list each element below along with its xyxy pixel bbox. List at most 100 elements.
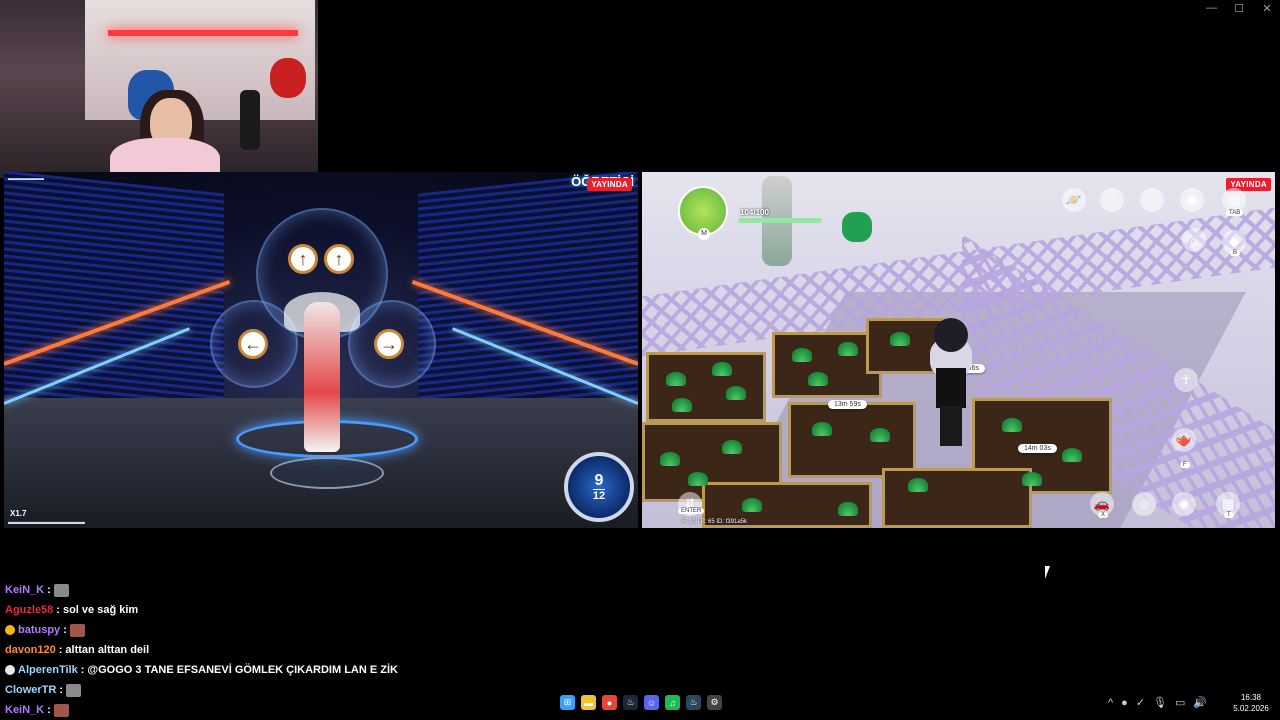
close-button[interactable]: ✕ — [1262, 2, 1272, 15]
settings-icon[interactable]: ⚙ — [707, 695, 722, 710]
app-tray-icon[interactable]: ● — [1121, 697, 1128, 709]
chat-separator: : — [58, 644, 63, 656]
discord-icon[interactable]: ☺ — [644, 695, 659, 710]
crop-sprout — [838, 502, 858, 516]
crop-sprout — [672, 398, 692, 412]
crop-sprout — [1022, 472, 1042, 486]
health-bar — [738, 218, 822, 223]
chat-separator: : — [63, 624, 67, 636]
crop-sprout — [908, 478, 928, 492]
watering-can-icon[interactable]: 🫖 — [1172, 428, 1196, 452]
chat-message: batuspy: — [5, 620, 705, 640]
scarecrow-icon[interactable]: ☥ — [1174, 368, 1198, 392]
combo-current: 9 — [594, 471, 604, 489]
chat-username[interactable]: KeiN_K — [5, 580, 44, 600]
maximize-button[interactable]: ☐ — [1234, 2, 1244, 15]
live-badge-left: YAYINDA — [587, 178, 632, 191]
camera-icon[interactable]: ◉ — [1172, 492, 1196, 516]
crop-sprout — [722, 440, 742, 454]
arrow-left-icon: ← — [238, 329, 268, 359]
display-icon[interactable]: ▭ — [1175, 696, 1185, 709]
player-character — [930, 318, 972, 448]
combo-total: 12 — [592, 488, 606, 502]
chat-message: KeiN_K: — [5, 580, 705, 600]
steam-tray-icon[interactable]: ✓ — [1136, 696, 1145, 709]
chrome-icon[interactable]: ● — [602, 695, 617, 710]
chat-emote-icon — [53, 583, 69, 597]
mouse-cursor-icon — [1045, 566, 1050, 579]
crop-timer: 14m 03s — [1018, 444, 1057, 453]
crop-sprout — [812, 422, 832, 436]
system-tray: ^ ● ✓ 🎙 ▭ 🔊 — [1108, 696, 1207, 710]
player-hat — [934, 318, 968, 352]
chat-username[interactable]: davon120 — [5, 640, 56, 660]
chat-message: AlperenTilk: @GOGO 3 TANE EFSANEVİ GÖMLEK… — [5, 660, 705, 680]
clock-date: 5.02.2026 — [1233, 704, 1269, 713]
steam-2-icon[interactable]: ♨ — [686, 695, 701, 710]
left-game-view: ↑ ↑ ← → ▬▬▬▬▬▬ ÖĞRETİCİ YAYINDA X1.7 ▬▬▬… — [4, 172, 638, 528]
soil-plot[interactable] — [646, 352, 766, 422]
volume-icon[interactable]: 🔊 — [1193, 696, 1207, 709]
left-hud-bottom: ▬▬▬▬▬▬▬▬▬▬▬ — [8, 519, 85, 526]
crop-sprout — [712, 362, 732, 376]
crop-sprout — [1002, 418, 1022, 432]
minimize-button[interactable]: — — [1206, 2, 1217, 15]
steam-icon[interactable]: ♨ — [623, 695, 638, 710]
window-controls: — ☐ ✕ — [1206, 2, 1272, 15]
show-hidden-icons[interactable]: ^ — [1108, 697, 1113, 709]
chat-badge-icon — [5, 665, 15, 675]
chat-separator: : — [47, 584, 51, 596]
combo-counter: 9 12 — [564, 452, 634, 522]
crop-sprout — [660, 452, 680, 466]
home-icon[interactable]: ⌂ — [1182, 228, 1206, 252]
microphone-icon[interactable]: 🎙 — [1153, 696, 1167, 709]
windows-start-icon[interactable]: ⊞ — [560, 695, 575, 710]
chat-message: Aguzle58: sol ve sağ kim — [5, 600, 705, 620]
crop-sprout — [1062, 448, 1082, 462]
health-text: 104/100 — [740, 208, 769, 217]
planet-icon[interactable]: 🪐 — [1062, 188, 1086, 212]
chat-badge-icon — [5, 625, 15, 635]
player-torso — [936, 368, 966, 408]
taskbar-apps: ⊞ ▬ ● ♨ ☺ ♫ ♨ ⚙ — [560, 695, 722, 710]
dance-pad — [270, 457, 384, 489]
left-hud-top: ▬▬▬▬▬▬ — [8, 176, 44, 182]
enter-key-label: ENTER — [678, 508, 705, 514]
arrow-up-icon: ↑ — [324, 244, 354, 274]
webcam-feed — [0, 0, 318, 178]
tab-key-label: TAB — [1226, 210, 1244, 216]
snowman-icon[interactable]: ☃ — [1100, 188, 1124, 212]
player-legs — [940, 406, 962, 446]
crop-sprout — [838, 342, 858, 356]
chat-username[interactable]: Aguzle58 — [5, 600, 53, 620]
crop-sprout — [792, 348, 812, 362]
chat-text: sol ve sağ kim — [62, 604, 139, 616]
minimap-key-label: M — [698, 228, 710, 240]
soil-plot[interactable] — [882, 468, 1032, 528]
chat-emote-icon — [69, 623, 85, 637]
chat-username[interactable]: batuspy — [18, 620, 60, 640]
emote-icon[interactable]: ☺ — [1132, 492, 1156, 516]
chat-message: davon120: alttan alttan deil — [5, 640, 705, 660]
spotify-icon[interactable]: ♫ — [665, 695, 680, 710]
inventory-icon[interactable]: ▤ — [1222, 188, 1246, 212]
scooter — [842, 212, 872, 242]
x-key-label: X — [1098, 512, 1109, 518]
crop-sprout — [688, 472, 708, 486]
soil-plot[interactable] — [788, 402, 916, 478]
crop-sprout — [666, 372, 686, 386]
house-icon[interactable]: ⌂ — [1140, 188, 1164, 212]
crop-sprout — [742, 498, 762, 512]
arrow-up-icon: ↑ — [288, 244, 318, 274]
b-key-label: B — [1230, 250, 1241, 256]
crop-sprout — [808, 372, 828, 386]
crop-timer: 13m 59s — [828, 400, 867, 409]
crop-sprout — [870, 428, 890, 442]
t-key-label: T — [1224, 512, 1234, 518]
file-explorer-icon[interactable]: ▬ — [581, 695, 596, 710]
taskbar-clock[interactable]: 16:38 5.02.2026 — [1226, 692, 1276, 714]
chat-username[interactable]: AlperenTilk — [18, 660, 78, 680]
crop-sprout — [890, 332, 910, 346]
basket-icon[interactable]: ▣ — [1180, 188, 1204, 212]
arrow-right-icon: → — [374, 329, 404, 359]
